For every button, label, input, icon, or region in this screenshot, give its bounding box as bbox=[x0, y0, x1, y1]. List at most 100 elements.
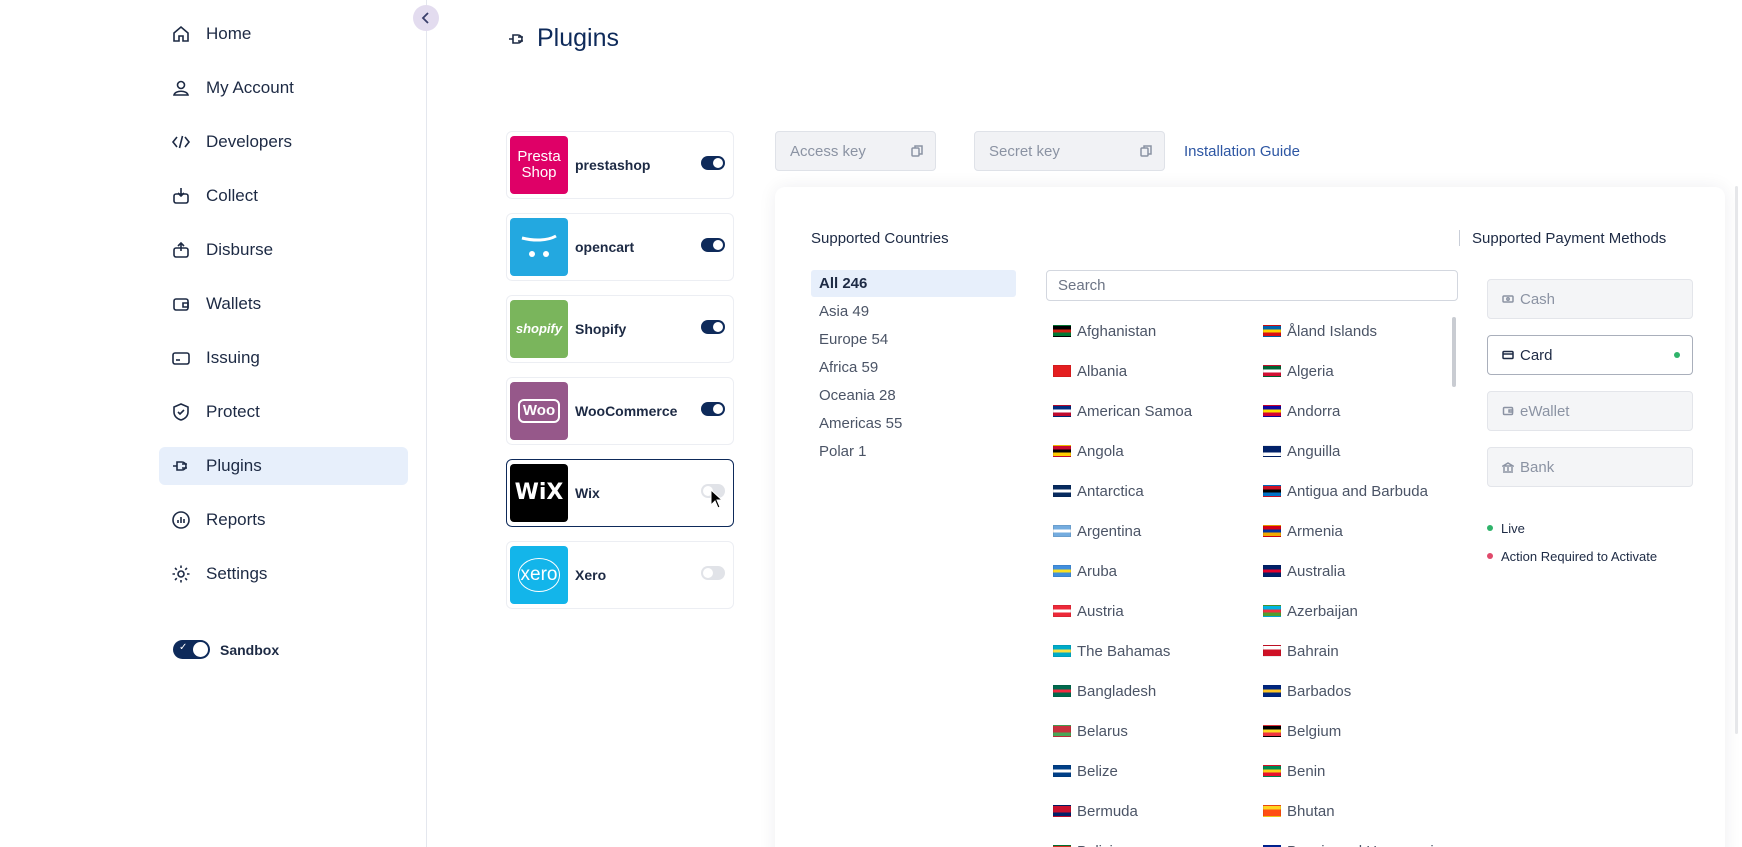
status-legend: Live Action Required to Activate bbox=[1487, 514, 1657, 570]
sandbox-toggle[interactable]: ✓ Sandbox bbox=[173, 640, 279, 659]
payment-method-card[interactable]: Card bbox=[1487, 335, 1693, 375]
country-item[interactable]: Aruba bbox=[1053, 551, 1263, 591]
sidebar-item-home[interactable]: Home bbox=[159, 15, 408, 53]
plugin-enable-toggle[interactable] bbox=[701, 238, 725, 252]
region-filter-item[interactable]: Oceania 28 bbox=[811, 382, 1016, 409]
plugin-card-wix[interactable]: WiX Wix bbox=[506, 459, 734, 527]
installation-guide-link[interactable]: Installation Guide bbox=[1184, 143, 1300, 160]
region-filter-item[interactable]: Polar 1 bbox=[811, 438, 1016, 465]
country-list-scrollbar[interactable] bbox=[1452, 317, 1456, 387]
page-scrollbar[interactable] bbox=[1735, 186, 1738, 734]
plugin-name: Xero bbox=[575, 567, 607, 583]
country-name: Aruba bbox=[1077, 562, 1118, 580]
country-item[interactable]: Angola bbox=[1053, 431, 1263, 471]
sidebar-item-plugins[interactable]: Plugins bbox=[159, 447, 408, 485]
sidebar-item-wallets[interactable]: Wallets bbox=[159, 285, 408, 323]
legend-label: Action Required to Activate bbox=[1501, 548, 1658, 564]
sidebar-item-protect[interactable]: Protect bbox=[159, 393, 408, 431]
country-item[interactable]: Belgium bbox=[1263, 711, 1453, 751]
copy-icon[interactable] bbox=[911, 145, 923, 157]
country-item[interactable]: Bermuda bbox=[1053, 791, 1263, 831]
country-item[interactable]: Antigua and Barbuda bbox=[1263, 471, 1453, 511]
country-search-input[interactable] bbox=[1046, 270, 1458, 301]
payment-method-ewallet[interactable]: eWallet bbox=[1487, 391, 1693, 431]
sidebar-item-settings[interactable]: Settings bbox=[159, 555, 408, 593]
country-item[interactable]: Australia bbox=[1263, 551, 1453, 591]
secret-key-placeholder: Secret key bbox=[989, 142, 1060, 160]
plugin-card-xero[interactable]: xero Xero bbox=[506, 541, 734, 609]
sidebar-item-developers[interactable]: Developers bbox=[159, 123, 408, 161]
sidebar-item-issuing[interactable]: Issuing bbox=[159, 339, 408, 377]
country-item[interactable]: Afghanistan bbox=[1053, 311, 1263, 351]
sidebar-item-disburse[interactable]: Disburse bbox=[159, 231, 408, 269]
country-item[interactable]: American Samoa bbox=[1053, 391, 1263, 431]
country-item[interactable]: Bangladesh bbox=[1053, 671, 1263, 711]
plugin-card-opencart[interactable]: opencart bbox=[506, 213, 734, 281]
sidebar-item-collect[interactable]: Collect bbox=[159, 177, 408, 215]
flag-icon bbox=[1053, 605, 1071, 617]
country-item[interactable]: Belarus bbox=[1053, 711, 1263, 751]
flag-icon bbox=[1053, 485, 1071, 497]
country-item[interactable]: Bosnia and Herzegovina bbox=[1263, 831, 1453, 847]
country-list[interactable]: Afghanistan Åland Islands Albania Algeria Am… bbox=[1053, 311, 1453, 847]
flag-icon bbox=[1263, 645, 1281, 657]
sidebar-item-label: Collect bbox=[206, 186, 258, 205]
opencart-cart-icon bbox=[521, 234, 557, 257]
sidebar-item-reports[interactable]: Reports bbox=[159, 501, 408, 539]
sidebar-item-my-account[interactable]: My Account bbox=[159, 69, 408, 107]
shopify-logo: shopify bbox=[510, 300, 568, 358]
payment-method-bank[interactable]: Bank bbox=[1487, 447, 1693, 487]
country-item[interactable]: Algeria bbox=[1263, 351, 1453, 391]
country-item[interactable]: Argentina bbox=[1053, 511, 1263, 551]
country-item[interactable]: Åland Islands bbox=[1263, 311, 1453, 351]
country-name: Armenia bbox=[1287, 522, 1343, 540]
legend-label: Live bbox=[1501, 520, 1525, 536]
country-name: Antarctica bbox=[1077, 482, 1144, 500]
live-status-dot bbox=[1674, 352, 1680, 358]
country-item[interactable]: Bolivia bbox=[1053, 831, 1263, 847]
prestashop-logo: Presta Shop bbox=[510, 136, 568, 194]
country-item[interactable]: Barbados bbox=[1263, 671, 1453, 711]
wallet-icon bbox=[170, 293, 192, 315]
secret-key-field[interactable]: Secret key bbox=[974, 131, 1165, 171]
country-item[interactable]: Albania bbox=[1053, 351, 1263, 391]
plugin-card-shopify[interactable]: shopify Shopify bbox=[506, 295, 734, 363]
country-item[interactable]: Armenia bbox=[1263, 511, 1453, 551]
section-divider bbox=[1459, 230, 1460, 246]
plugin-card-woocommerce[interactable]: Woo WooCommerce bbox=[506, 377, 734, 445]
plugin-enable-toggle[interactable] bbox=[701, 320, 725, 334]
logo-text: shopify bbox=[515, 321, 563, 337]
sidebar-item-label: Disburse bbox=[206, 240, 274, 259]
country-name: Algeria bbox=[1287, 362, 1334, 380]
payment-methods-list: Cash Card eWallet Bank bbox=[1487, 279, 1693, 503]
country-item[interactable]: Benin bbox=[1263, 751, 1453, 791]
country-item[interactable]: Bhutan bbox=[1263, 791, 1453, 831]
plugin-enable-toggle[interactable] bbox=[701, 402, 725, 416]
legend-item: Live bbox=[1487, 514, 1657, 542]
country-item[interactable]: Belize bbox=[1053, 751, 1263, 791]
region-filter-item[interactable]: Europe 54 bbox=[811, 326, 1016, 353]
country-item[interactable]: Anguilla bbox=[1263, 431, 1453, 471]
country-item[interactable]: The Bahamas bbox=[1053, 631, 1263, 671]
country-item[interactable]: Andorra bbox=[1263, 391, 1453, 431]
plugin-enable-toggle[interactable] bbox=[701, 566, 725, 580]
country-item[interactable]: Austria bbox=[1053, 591, 1263, 631]
flag-icon bbox=[1053, 765, 1071, 777]
collapse-sidebar-button[interactable] bbox=[413, 5, 439, 31]
region-filter-item[interactable]: Asia 49 bbox=[811, 298, 1016, 325]
region-filter-item[interactable]: Africa 59 bbox=[811, 354, 1016, 381]
payment-method-label: Cash bbox=[1520, 290, 1556, 308]
country-item[interactable]: Bahrain bbox=[1263, 631, 1453, 671]
copy-icon[interactable] bbox=[1140, 145, 1152, 157]
flag-icon bbox=[1263, 485, 1281, 497]
region-filter-item[interactable]: Americas 55 bbox=[811, 410, 1016, 437]
country-item[interactable]: Antarctica bbox=[1053, 471, 1263, 511]
access-key-field[interactable]: Access key bbox=[775, 131, 936, 171]
logo-text: Presta Shop bbox=[517, 148, 561, 181]
payment-method-cash[interactable]: Cash bbox=[1487, 279, 1693, 319]
region-filter-item[interactable]: All 246 bbox=[811, 270, 1016, 297]
plugin-card-prestashop[interactable]: Presta Shop prestashop bbox=[506, 131, 734, 199]
plugin-enable-toggle[interactable] bbox=[701, 156, 725, 170]
sandbox-switch[interactable]: ✓ bbox=[173, 640, 210, 659]
country-item[interactable]: Azerbaijan bbox=[1263, 591, 1453, 631]
